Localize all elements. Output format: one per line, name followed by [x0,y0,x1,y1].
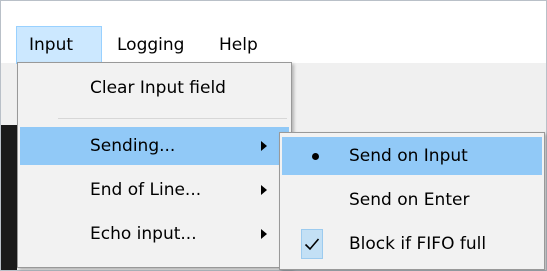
menu-logging[interactable]: Logging [105,26,196,64]
menu-separator [58,118,287,119]
submenu-arrow-icon [261,141,267,151]
menu-item-label: End of Line... [90,180,202,200]
submenu-item-send-on-enter[interactable]: Send on Enter [282,181,542,219]
submenu-item-send-on-input[interactable]: Send on Input [282,137,542,175]
menu-bar: Input Logging Help [1,1,546,64]
menu-help[interactable]: Help [207,26,270,64]
sending-submenu: Send on Input Send on Enter Block if FIF… [279,132,545,270]
menu-item-clear-input-field[interactable]: Clear Input field [20,69,289,107]
menu-input[interactable]: Input [16,26,102,64]
checkmark-icon [301,225,323,263]
input-menu-dropdown: Clear Input field Sending... End of Line… [17,62,292,268]
radio-bullet-icon [304,137,326,175]
menu-item-echo-input[interactable]: Echo input... [20,215,289,253]
submenu-item-block-if-fifo-full[interactable]: Block if FIFO full [282,225,542,263]
menu-item-label: Clear Input field [90,78,226,98]
terminal-area [1,125,17,270]
submenu-arrow-icon [261,229,267,239]
menu-item-label: Sending... [90,136,176,156]
menu-item-end-of-line[interactable]: End of Line... [20,171,289,209]
menu-item-label: Block if FIFO full [349,234,487,254]
menu-item-label: Echo input... [90,224,197,244]
submenu-arrow-icon [261,185,267,195]
menu-item-label: Send on Enter [349,190,470,210]
menu-item-sending[interactable]: Sending... [20,127,289,165]
menu-item-label: Send on Input [349,146,468,166]
